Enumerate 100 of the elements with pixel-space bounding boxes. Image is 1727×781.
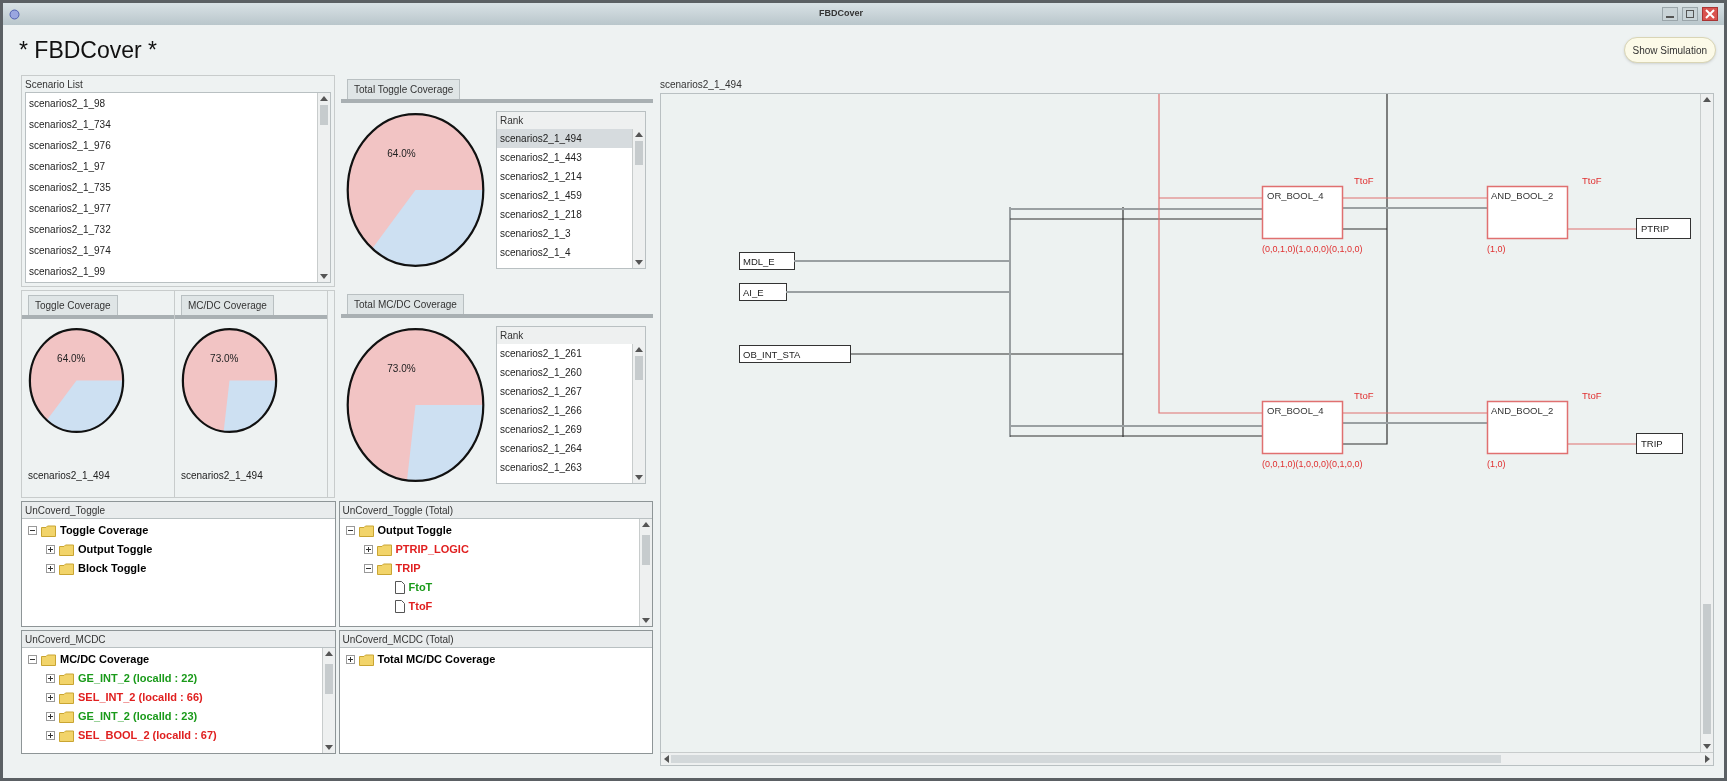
list-item[interactable]: scenarios2_1_264 bbox=[497, 439, 632, 458]
scroll-thumb[interactable] bbox=[635, 141, 643, 165]
maximize-button[interactable] bbox=[1682, 7, 1698, 21]
folder-icon bbox=[59, 562, 74, 575]
scrollbar[interactable] bbox=[639, 519, 652, 626]
scroll-thumb[interactable] bbox=[1703, 604, 1711, 734]
folder-icon bbox=[358, 524, 374, 537]
list-header: Rank bbox=[497, 327, 645, 344]
list-item[interactable]: scenarios2_1_261 bbox=[497, 344, 632, 363]
document-icon bbox=[394, 581, 405, 594]
expand-icon[interactable] bbox=[46, 674, 55, 683]
list-item[interactable]: scenarios2_1_267 bbox=[497, 382, 632, 401]
expand-icon[interactable] bbox=[46, 564, 55, 573]
scroll-up-icon[interactable] bbox=[642, 521, 650, 527]
tab[interactable]: Total MC/DC Coverage bbox=[347, 294, 464, 314]
tree-item[interactable]: Output Toggle bbox=[78, 541, 153, 558]
list-item[interactable]: scenarios2_1_735 bbox=[26, 177, 317, 198]
output-variable: PTRIP bbox=[1636, 218, 1691, 239]
list-item[interactable]: scenarios2_1_732 bbox=[26, 219, 317, 240]
scroll-down-icon[interactable] bbox=[320, 274, 328, 280]
coverage-vector: (1,0) bbox=[1487, 459, 1506, 469]
collapse-icon[interactable] bbox=[345, 526, 355, 535]
list-item[interactable]: scenarios2_1_494 bbox=[497, 129, 632, 148]
scrollbar[interactable] bbox=[1700, 94, 1713, 752]
tree-item[interactable]: Toggle Coverage bbox=[60, 522, 149, 539]
tree-item[interactable]: GE_INT_2 (localId : 22) bbox=[78, 670, 198, 687]
tree-item[interactable]: Block Toggle bbox=[78, 560, 147, 577]
tree-item[interactable]: Total MC/DC Coverage bbox=[377, 651, 496, 668]
percent-label: 64.0% bbox=[57, 351, 86, 366]
list-item[interactable]: scenarios2_1_263 bbox=[497, 458, 632, 477]
expand-icon[interactable] bbox=[46, 545, 55, 554]
tree-item[interactable]: Output Toggle bbox=[377, 522, 452, 539]
list-item[interactable]: scenarios2_1_459 bbox=[497, 186, 632, 205]
expand-icon[interactable] bbox=[46, 712, 55, 721]
scroll-up-icon[interactable] bbox=[324, 650, 333, 656]
scroll-down-icon[interactable] bbox=[635, 475, 643, 481]
list-item[interactable]: scenarios2_1_97 bbox=[26, 156, 317, 177]
scroll-thumb[interactable] bbox=[642, 535, 650, 565]
list-item[interactable]: scenarios2_1_218 bbox=[497, 205, 632, 224]
list-item[interactable]: scenarios2_1_974 bbox=[26, 240, 317, 261]
tree-item[interactable]: TtoF bbox=[408, 598, 433, 615]
list-item[interactable]: scenarios2_1_99 bbox=[26, 261, 317, 282]
list-item[interactable]: scenarios2_1_4 bbox=[497, 243, 632, 262]
tree-item[interactable]: TRIP bbox=[395, 560, 421, 577]
tree-item[interactable]: PTRIP_LOGIC bbox=[395, 541, 469, 558]
minimize-button[interactable] bbox=[1662, 7, 1678, 21]
scroll-down-icon[interactable] bbox=[642, 618, 650, 624]
tree-item[interactable]: SEL_BOOL_2 (localId : 67) bbox=[78, 727, 217, 744]
tree-item[interactable]: FtoT bbox=[408, 579, 433, 596]
list-item[interactable]: scenarios2_1_266 bbox=[497, 401, 632, 420]
scroll-thumb[interactable] bbox=[324, 664, 333, 694]
folder-icon bbox=[59, 710, 74, 723]
expand-icon[interactable] bbox=[46, 693, 55, 702]
folder-icon bbox=[59, 543, 74, 556]
show-simulation-button[interactable]: Show Simulation bbox=[1623, 37, 1716, 63]
collapse-icon[interactable] bbox=[363, 564, 373, 573]
tab[interactable]: MC/DC Coverage bbox=[181, 295, 274, 315]
input-variable: MDL_E bbox=[739, 252, 795, 270]
window-title: FBDCover bbox=[818, 7, 864, 21]
scrollbar[interactable] bbox=[632, 344, 645, 483]
list-item[interactable]: scenarios2_1_269 bbox=[497, 420, 632, 439]
scrollbar[interactable] bbox=[632, 129, 645, 268]
list-item[interactable]: scenarios2_1_734 bbox=[26, 114, 317, 135]
scroll-thumb[interactable] bbox=[671, 755, 1501, 763]
function-block: OR_BOOL_4 bbox=[1261, 400, 1344, 455]
list-item[interactable]: scenarios2_1_3 bbox=[497, 224, 632, 243]
list-item[interactable]: scenarios2_1_98 bbox=[26, 93, 317, 114]
tree-item[interactable]: SEL_INT_2 (localId : 66) bbox=[78, 689, 203, 706]
expand-icon[interactable] bbox=[46, 731, 55, 740]
scenario-label: scenarios2_1_494 bbox=[27, 469, 111, 483]
scrollbar[interactable] bbox=[661, 752, 1713, 765]
scroll-down-icon[interactable] bbox=[324, 745, 333, 751]
scroll-left-icon[interactable] bbox=[663, 755, 669, 763]
collapse-icon[interactable] bbox=[28, 655, 37, 664]
expand-icon[interactable] bbox=[345, 655, 355, 664]
scroll-up-icon[interactable] bbox=[635, 131, 643, 137]
scrollbar[interactable] bbox=[317, 93, 330, 282]
scroll-thumb[interactable] bbox=[320, 105, 328, 125]
scroll-up-icon[interactable] bbox=[635, 346, 643, 352]
scroll-right-icon[interactable] bbox=[1705, 755, 1711, 763]
folder-icon bbox=[59, 691, 74, 704]
close-button[interactable] bbox=[1702, 7, 1718, 21]
expand-icon[interactable] bbox=[363, 545, 373, 554]
scroll-up-icon[interactable] bbox=[320, 95, 328, 101]
list-item[interactable]: scenarios2_1_443 bbox=[497, 148, 632, 167]
scroll-up-icon[interactable] bbox=[1703, 96, 1711, 102]
list-item[interactable]: scenarios2_1_214 bbox=[497, 167, 632, 186]
collapse-icon[interactable] bbox=[28, 526, 37, 535]
list-item[interactable]: scenarios2_1_976 bbox=[26, 135, 317, 156]
percent-label: 73.0% bbox=[387, 361, 416, 376]
scroll-down-icon[interactable] bbox=[635, 260, 643, 266]
tree-item[interactable]: GE_INT_2 (localId : 23) bbox=[78, 708, 198, 725]
scroll-down-icon[interactable] bbox=[1703, 744, 1711, 750]
list-item[interactable]: scenarios2_1_260 bbox=[497, 363, 632, 382]
tab[interactable]: Toggle Coverage bbox=[28, 295, 118, 315]
scrollbar[interactable] bbox=[321, 648, 335, 753]
tree-item[interactable]: MC/DC Coverage bbox=[60, 651, 150, 668]
tab[interactable]: Total Toggle Coverage bbox=[347, 79, 461, 99]
scroll-thumb[interactable] bbox=[635, 356, 643, 380]
list-item[interactable]: scenarios2_1_977 bbox=[26, 198, 317, 219]
